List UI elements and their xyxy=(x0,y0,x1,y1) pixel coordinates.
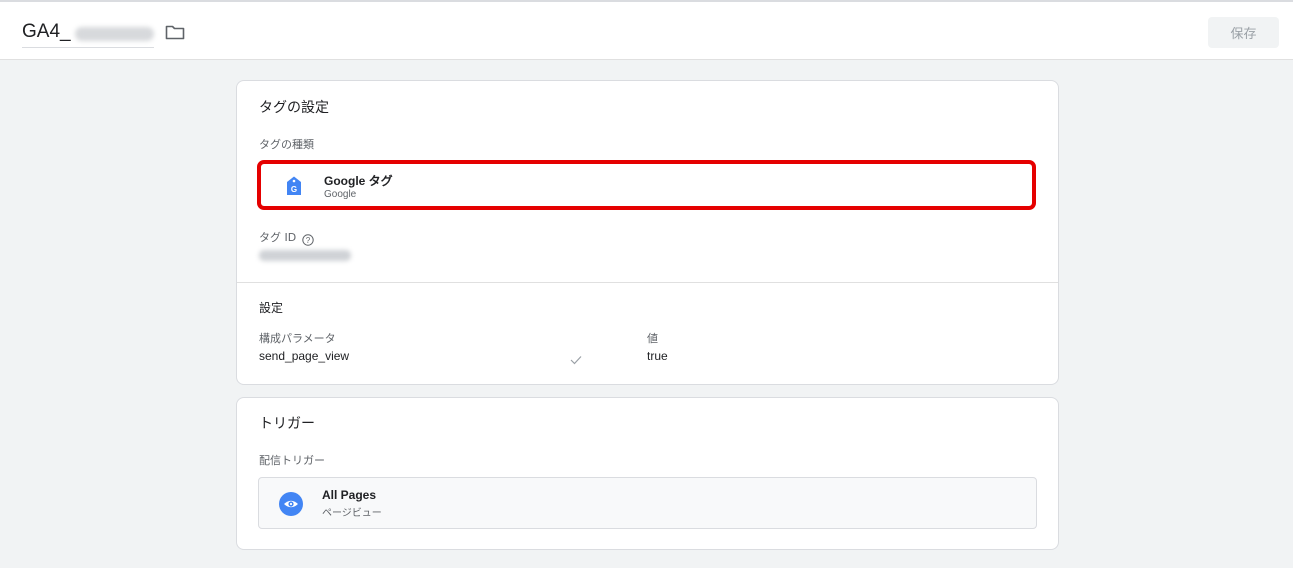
tag-config-title: タグの設定 xyxy=(259,100,329,116)
help-circle-icon[interactable]: ? xyxy=(302,231,314,246)
svg-text:G: G xyxy=(291,185,297,194)
save-button[interactable]: 保存 xyxy=(1208,17,1279,48)
settings-title: 設定 xyxy=(259,301,284,315)
tag-id-label: タグ ID xyxy=(259,231,297,244)
tag-type-selector[interactable]: G Google タグ Google xyxy=(257,160,1036,210)
google-tag-icon: G xyxy=(286,176,302,200)
eye-icon xyxy=(279,492,303,516)
check-icon xyxy=(570,350,582,369)
tag-type-provider: Google xyxy=(324,189,357,200)
tag-name-redacted xyxy=(74,26,154,41)
param-value: true xyxy=(647,349,668,363)
section-divider xyxy=(237,282,1058,283)
tag-name-text: GA4_ xyxy=(22,20,71,42)
top-bar: GA4_ 保存 xyxy=(0,0,1293,60)
svg-text:?: ? xyxy=(306,236,311,245)
folder-icon[interactable] xyxy=(164,22,186,42)
param-column-header: 構成パラメータ xyxy=(259,332,336,345)
trigger-type: ページビュー xyxy=(322,508,382,519)
tag-type-name: Google タグ xyxy=(324,174,393,188)
triggering-card: トリガー 配信トリガー All Pages ページビュー xyxy=(236,397,1059,550)
tag-configuration-card: タグの設定 タグの種類 G Google タグ Google タグ ID ? 設… xyxy=(236,80,1059,385)
value-column-header: 値 xyxy=(647,332,658,345)
tag-name-field[interactable]: GA4_ xyxy=(22,16,154,48)
tag-id-redacted xyxy=(259,250,351,261)
firing-triggers-label: 配信トリガー xyxy=(259,454,325,467)
trigger-item[interactable]: All Pages ページビュー xyxy=(258,477,1037,529)
tag-type-label: タグの種類 xyxy=(259,138,314,151)
param-name: send_page_view xyxy=(259,349,350,363)
trigger-name: All Pages xyxy=(322,488,377,502)
triggers-title: トリガー xyxy=(259,416,315,432)
